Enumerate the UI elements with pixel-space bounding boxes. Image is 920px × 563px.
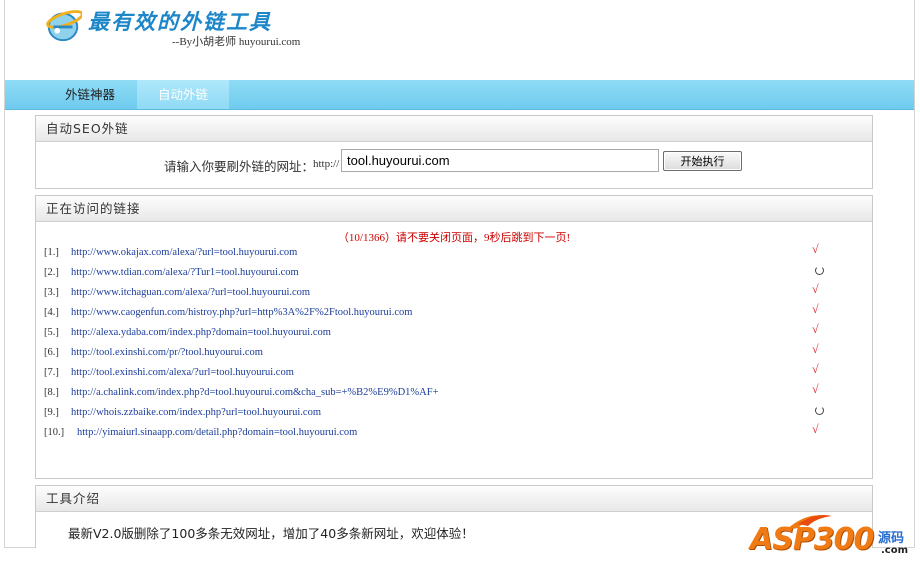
seo-panel: 自动SEO外链 请输入你要刷外链的网址： http:// 开始执行 — [35, 115, 873, 189]
link-url[interactable]: http://www.tdian.com/alexa/?Tur1=tool.hu… — [71, 267, 299, 278]
link-url[interactable]: http://tool.exinshi.com/pr/?tool.huyouru… — [71, 347, 263, 358]
link-number: [8.] — [44, 387, 59, 398]
link-url[interactable]: http://www.caogenfun.com/histroy.php?url… — [71, 307, 412, 318]
link-url[interactable]: http://alexa.ydaba.com/index.php?domain=… — [71, 327, 331, 338]
link-row: [3.] http://www.itchaguan.com/alexa/?url=… — [44, 282, 864, 304]
tab-link-tool[interactable]: 外链神器 — [45, 80, 135, 109]
loading-spinner-icon — [815, 266, 824, 275]
watermark-cn: 源码 — [878, 531, 905, 546]
link-url[interactable]: http://www.itchaguan.com/alexa/?url=tool… — [71, 287, 310, 298]
link-number: [7.] — [44, 367, 59, 378]
url-prefix-label: http:// — [313, 158, 340, 170]
logo-subtitle: --By小胡老师 huyourui.com — [172, 36, 301, 48]
check-icon: √ — [812, 422, 819, 436]
loading-spinner-icon — [815, 406, 824, 415]
link-url[interactable]: http://whois.zzbaike.com/index.php?url=t… — [71, 407, 321, 418]
link-list: [1.] http://www.okajax.com/alexa/?url=too… — [44, 242, 864, 444]
links-panel-title: 正在访问的链接 — [36, 196, 872, 222]
url-prompt-label: 请输入你要刷外链的网址： — [164, 159, 315, 174]
link-number: [5.] — [44, 327, 59, 338]
link-url[interactable]: http://yimaiurl.sinaapp.com/detail.php?d… — [77, 427, 357, 438]
link-row: [6.] http://tool.exinshi.com/pr/?tool.huy… — [44, 342, 864, 364]
check-icon: √ — [812, 362, 819, 376]
ie-globe-icon — [46, 10, 82, 42]
check-icon: √ — [812, 282, 819, 296]
link-row: [7.] http://tool.exinshi.com/alexa/?url=t… — [44, 362, 864, 384]
link-url[interactable]: http://www.okajax.com/alexa/?url=tool.hu… — [71, 247, 297, 258]
check-icon: √ — [812, 342, 819, 356]
logo-title: 最有效的外链工具 — [88, 9, 272, 34]
link-number: [1.] — [44, 247, 59, 258]
watermark-brand: ASP300 — [750, 522, 874, 557]
nav-bar: 外链神器 自动外链 — [5, 80, 914, 110]
link-row: [2.] http://www.tdian.com/alexa/?Tur1=too… — [44, 264, 864, 284]
links-panel: 正在访问的链接 （10/1366）请不要关闭页面，9秒后跳到下一页! [1.] h… — [35, 195, 873, 479]
check-icon: √ — [812, 382, 819, 396]
progress-notice: （10/1366）请不要关闭页面，9秒后跳到下一页! — [337, 232, 571, 244]
watermark-domain: .com — [881, 545, 909, 556]
link-number: [9.] — [44, 407, 59, 418]
url-input[interactable] — [341, 149, 659, 172]
url-form: 请输入你要刷外链的网址： http:// 开始执行 — [36, 149, 872, 175]
tab-auto-links[interactable]: 自动外链 — [137, 80, 229, 109]
link-row: [8.] http://a.chalink.com/index.php?d=too… — [44, 382, 864, 404]
link-number: [2.] — [44, 267, 59, 278]
seo-panel-title: 自动SEO外链 — [36, 116, 872, 142]
intro-text: 最新V2.0版删除了100多条无效网址，增加了40多条新网址，欢迎体验！ — [68, 526, 474, 541]
link-row: [1.] http://www.okajax.com/alexa/?url=too… — [44, 242, 864, 264]
link-row: [5.] http://alexa.ydaba.com/index.php?dom… — [44, 322, 864, 344]
link-row: [10.] http://yimaiurl.sinaapp.com/detail.… — [44, 422, 864, 444]
link-row: [4.] http://www.caogenfun.com/histroy.php… — [44, 302, 864, 324]
check-icon: √ — [812, 242, 819, 256]
check-icon: √ — [812, 322, 819, 336]
check-icon: √ — [812, 302, 819, 316]
intro-panel-title: 工具介绍 — [36, 486, 872, 512]
link-number: [4.] — [44, 307, 59, 318]
link-number: [3.] — [44, 287, 59, 298]
link-url[interactable]: http://a.chalink.com/index.php?d=tool.hu… — [71, 387, 439, 398]
link-number: [6.] — [44, 347, 59, 358]
link-row: [9.] http://whois.zzbaike.com/index.php?u… — [44, 404, 864, 424]
start-button[interactable]: 开始执行 — [663, 151, 742, 171]
link-number: [10.] — [44, 427, 65, 438]
link-url[interactable]: http://tool.exinshi.com/alexa/?url=tool.… — [71, 367, 294, 378]
